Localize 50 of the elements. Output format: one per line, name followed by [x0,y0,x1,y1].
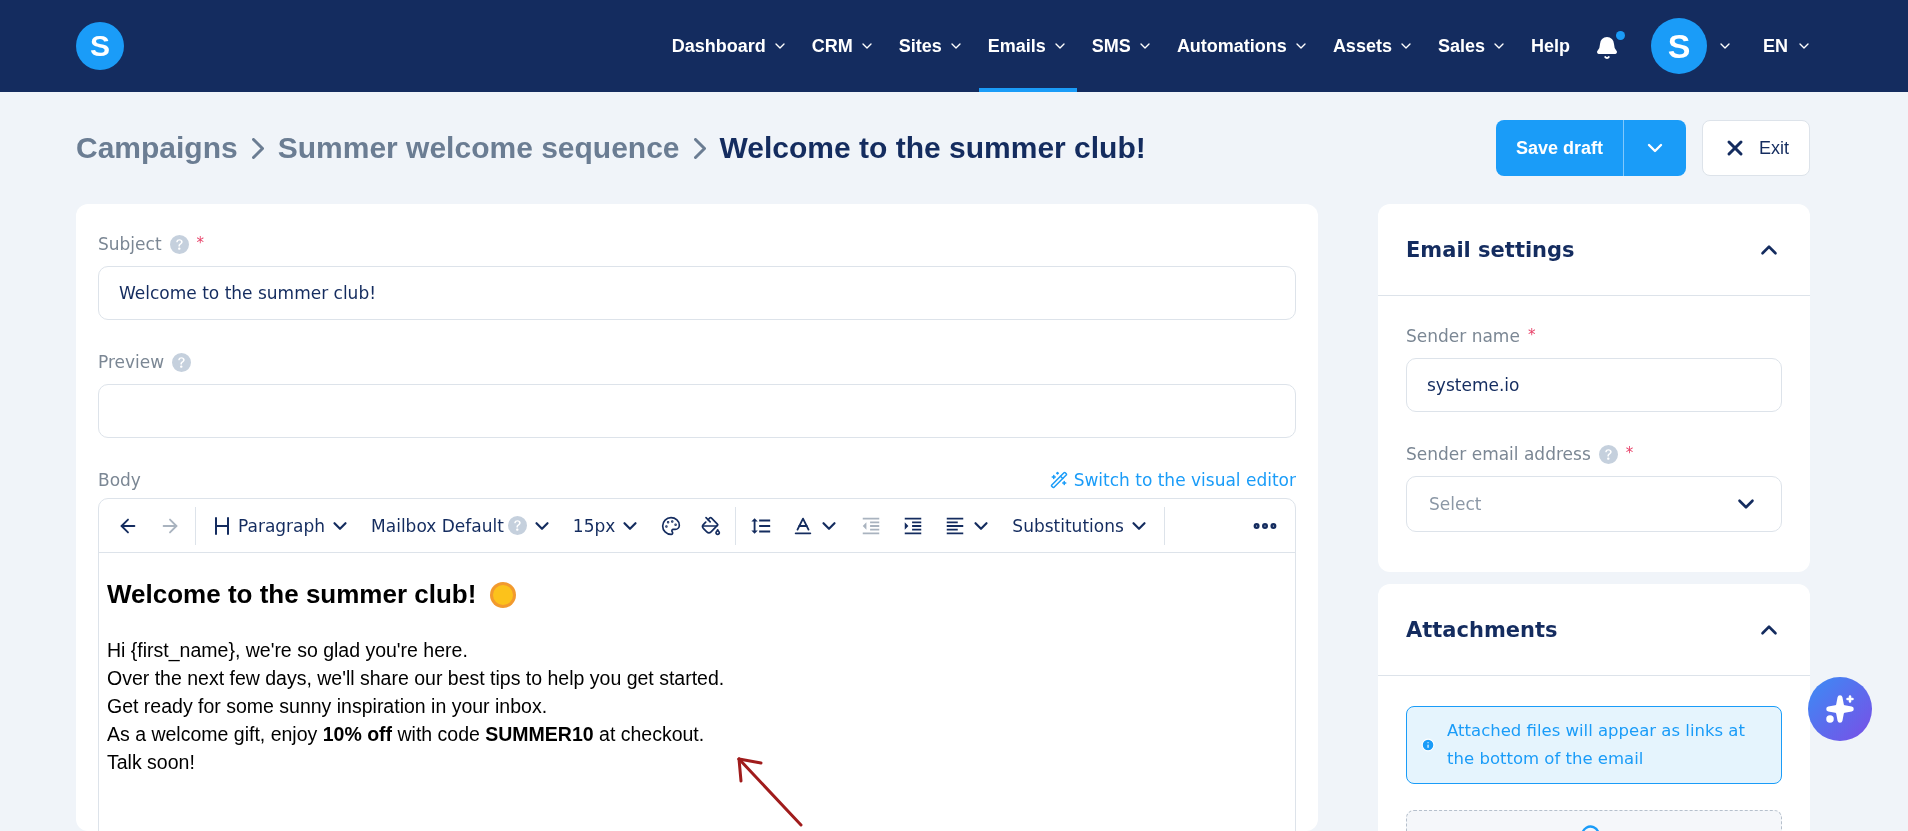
panel-title: Email settings [1406,237,1575,262]
required-mark: * [1625,444,1634,462]
nav-item[interactable]: Emails [978,0,1077,92]
field-label: Sender name [1406,326,1520,346]
panel-title: Attachments [1406,617,1558,642]
palette-icon [661,515,682,536]
nav-item[interactable]: Sites [889,0,973,92]
bell-icon [1595,35,1619,60]
email-text-line: Get ready for some sunny inspiration in your inbox. [107,694,549,719]
nav-item[interactable]: Dashboard [662,0,797,92]
nav-item[interactable]: Help [1521,0,1579,92]
nav-item[interactable]: SMS [1082,0,1162,92]
required-mark: * [196,234,205,252]
breadcrumb-item[interactable]: Welcome to the summer club! [719,131,1146,165]
sparkles-icon [1825,694,1855,724]
field-label: Body [98,470,141,490]
body-editor[interactable] [98,498,1296,831]
chevron-right-icon [251,137,264,159]
email-text-line: Hi {first_name}, we're so glad you're here. [107,638,469,664]
email-text-line: Talk soon! [107,750,196,775]
preview-field[interactable] [98,384,1296,438]
notice-text: Attached files will appear as links at the bottom of the email [1447,720,1746,770]
required-mark: * [1527,326,1536,344]
breadcrumb-item[interactable]: Summer welcome sequence [277,131,680,165]
subject-field[interactable]: Welcome to the summer club! [98,266,1296,320]
font-size-dropdown[interactable]: 15px [562,505,652,546]
breadcrumb-item[interactable]: Campaigns [76,131,238,165]
email-heading: Welcome to the summer club! [107,579,477,610]
chevron-right-icon [693,137,706,159]
nav-item[interactable]: CRM [802,0,884,92]
language-switcher[interactable]: EN [1763,0,1812,92]
email-text-line: Over the next few days, we'll share our best tips to help you get started. [107,666,726,691]
field-label: Subject [98,234,162,254]
paint-bucket-icon [701,515,722,536]
substitutions-dropdown[interactable]: Substitutions [1002,505,1160,546]
nav-item[interactable]: Sales [1428,0,1516,92]
nav-item[interactable]: Assets [1323,0,1423,92]
field-label: Preview [98,352,165,372]
ai-assistant-button[interactable] [1808,677,1872,741]
field-label: Sender email address [1406,444,1591,464]
email-text-line: As a welcome gift, enjoy 10% off with code SUMMER10 at checkout. [107,722,706,747]
nav-item[interactable]: Automations [1167,0,1318,92]
font-dropdown[interactable]: Mailbox Default [361,505,563,546]
sender-name-field[interactable]: systeme.io [1406,358,1782,412]
unread-dot [1616,30,1625,40]
more-icon [1253,522,1277,529]
sun-icon [488,579,519,610]
exit-button[interactable]: Exit [1702,120,1810,176]
magic-wand-icon [1049,471,1068,489]
paragraph-dropdown[interactable]: Paragraph [200,505,362,546]
